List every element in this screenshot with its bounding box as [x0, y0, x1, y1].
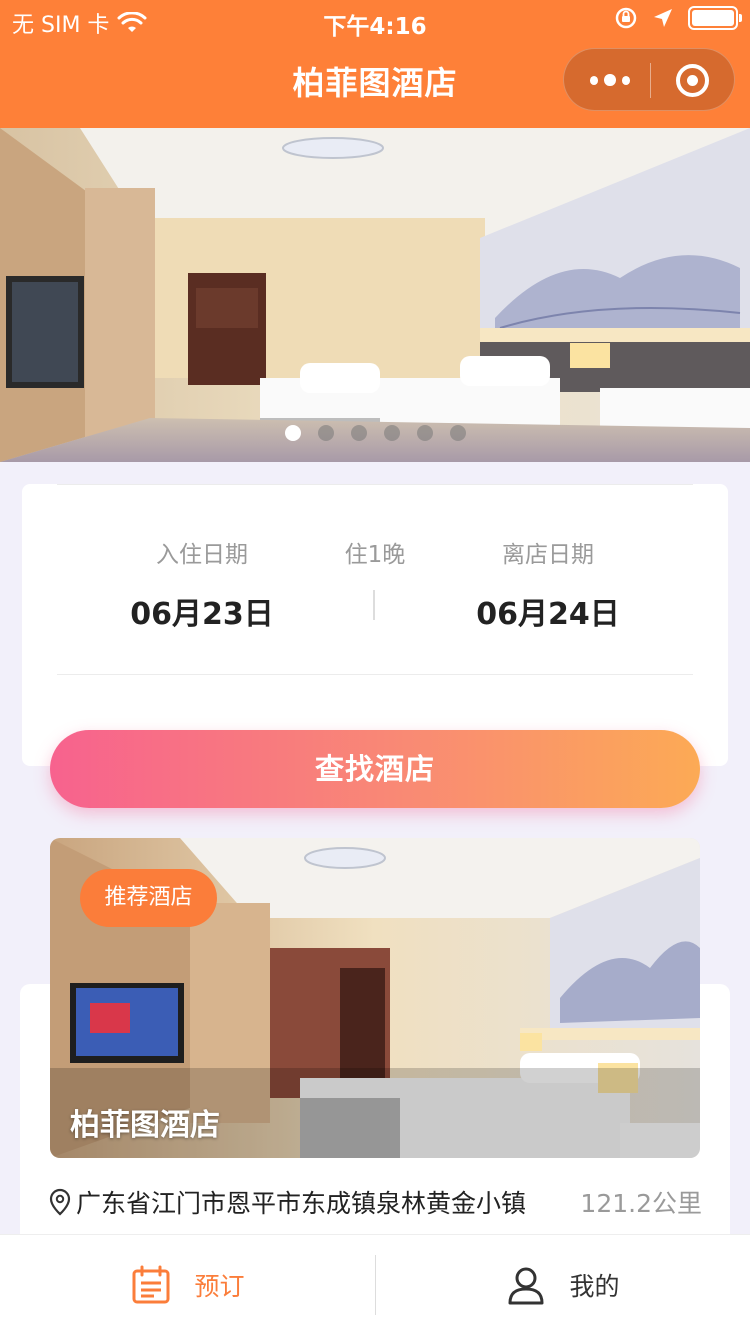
- nights-count: 住1晚: [315, 535, 435, 569]
- hotel-name: 柏菲图酒店: [70, 1108, 220, 1143]
- carousel-dot[interactable]: [383, 425, 400, 441]
- status-bar: 无 SIM 卡 下午4:16: [0, 0, 750, 40]
- more-dots-icon[interactable]: [590, 69, 631, 91]
- checkin-value: 06月23日: [130, 597, 274, 632]
- hotel-distance: 121.2公里: [580, 1189, 702, 1218]
- banner-room-image: [0, 128, 750, 462]
- carousel-indicators: [0, 425, 750, 441]
- checkout-date[interactable]: 离店日期 06月24日: [458, 535, 638, 633]
- user-icon: [508, 1267, 544, 1305]
- app-header: 无 SIM 卡 下午4:16 柏菲图酒店: [0, 0, 750, 128]
- tab-mine-label: 我的: [569, 1272, 620, 1301]
- search-hotel-button[interactable]: 查找酒店: [50, 730, 700, 808]
- mini-program-capsule: [563, 48, 735, 111]
- checkin-label: 入住日期: [156, 542, 248, 568]
- carousel-dot[interactable]: [416, 425, 433, 441]
- location-pin-icon: [49, 1188, 71, 1216]
- capsule-divider: [650, 63, 651, 98]
- battery-icon: [688, 6, 742, 30]
- carousel-dot[interactable]: [350, 425, 367, 441]
- recommended-tag: 推荐酒店: [80, 869, 217, 927]
- tab-booking[interactable]: 预订: [0, 1235, 375, 1334]
- hotel-address-row: 广东省江门市恩平市东成镇泉林黄金小镇 121.2公里: [48, 1184, 702, 1220]
- card-top-divider: [57, 484, 693, 485]
- checkin-date[interactable]: 入住日期 06月23日: [112, 535, 292, 633]
- bottom-tab-bar: 预订 我的: [0, 1234, 750, 1334]
- carousel-dot[interactable]: [284, 425, 301, 441]
- banner-carousel[interactable]: [0, 128, 750, 462]
- tab-mine[interactable]: 我的: [375, 1235, 750, 1334]
- tab-booking-label: 预订: [194, 1272, 245, 1301]
- carousel-dot[interactable]: [449, 425, 466, 441]
- card-divider: [57, 674, 693, 675]
- date-divider: [373, 590, 375, 620]
- status-right: [614, 6, 742, 30]
- location-arrow-icon: [654, 9, 672, 27]
- date-picker-card: 入住日期 06月23日 住1晚 离店日期 06月24日: [22, 484, 728, 766]
- target-icon[interactable]: [676, 64, 709, 97]
- checkout-value: 06月24日: [476, 597, 620, 632]
- carousel-dot[interactable]: [317, 425, 334, 441]
- calendar-icon: [132, 1265, 170, 1304]
- nights-label: 住1晚: [344, 542, 406, 568]
- hotel-address: 广东省江门市恩平市东成镇泉林黄金小镇: [76, 1189, 527, 1218]
- rotation-lock-icon: [615, 7, 637, 29]
- checkout-label: 离店日期: [502, 542, 594, 568]
